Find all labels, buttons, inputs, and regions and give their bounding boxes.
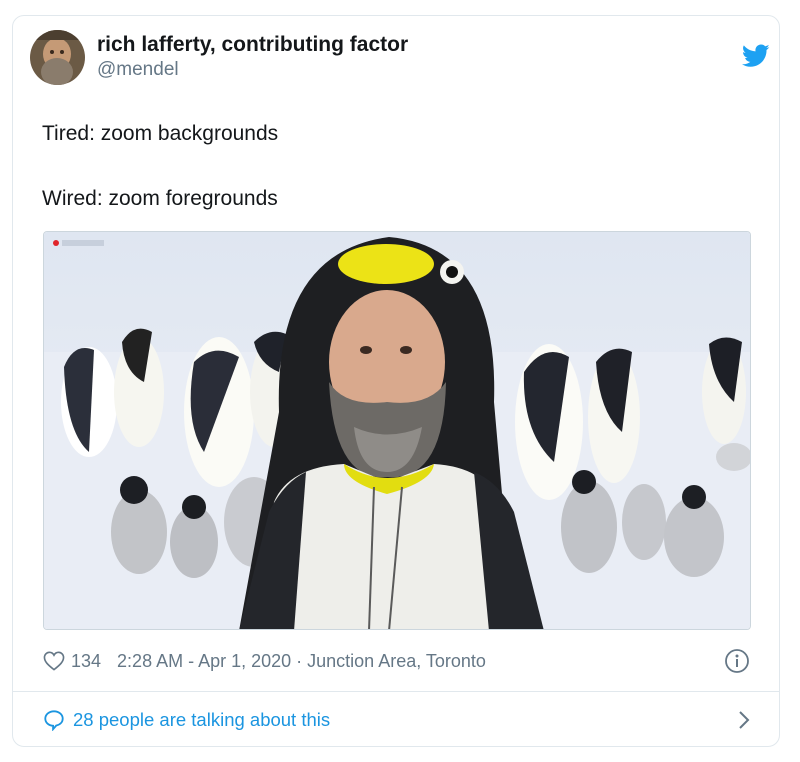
user-handle[interactable]: @mendel: [97, 58, 408, 82]
chevron-right-icon: [737, 709, 751, 731]
conversation-label: 28 people are talking about this: [73, 709, 331, 730]
tweet-timestamp[interactable]: 2:28 AM - Apr 1, 2020 · Junction Area, T…: [117, 651, 486, 672]
heart-icon[interactable]: [43, 651, 65, 671]
conversation-link[interactable]: 28 people are talking about this: [43, 706, 755, 734]
info-icon[interactable]: [724, 648, 750, 674]
penguin-photo-image: [44, 232, 750, 629]
tweet-header: rich lafferty, contributing factor @mend…: [30, 27, 408, 87]
display-name[interactable]: rich lafferty, contributing factor: [97, 32, 408, 58]
tweet-line-1: Tired: zoom backgrounds: [42, 122, 279, 145]
speech-bubble-icon: [43, 709, 65, 732]
twitter-bird-icon[interactable]: [741, 44, 770, 68]
tweet-text: Tired: zoom backgrounds Wired: zoom fore…: [42, 118, 742, 215]
user-info: rich lafferty, contributing factor @mend…: [97, 32, 408, 82]
avatar[interactable]: [30, 29, 85, 85]
tweet-meta: 134 2:28 AM - Apr 1, 2020 · Junction Are…: [43, 648, 753, 674]
like-count[interactable]: 134: [71, 651, 101, 672]
divider: [13, 691, 779, 692]
tweet-photo[interactable]: [43, 231, 751, 630]
tweet-line-2: Wired: zoom foregrounds: [42, 187, 278, 210]
